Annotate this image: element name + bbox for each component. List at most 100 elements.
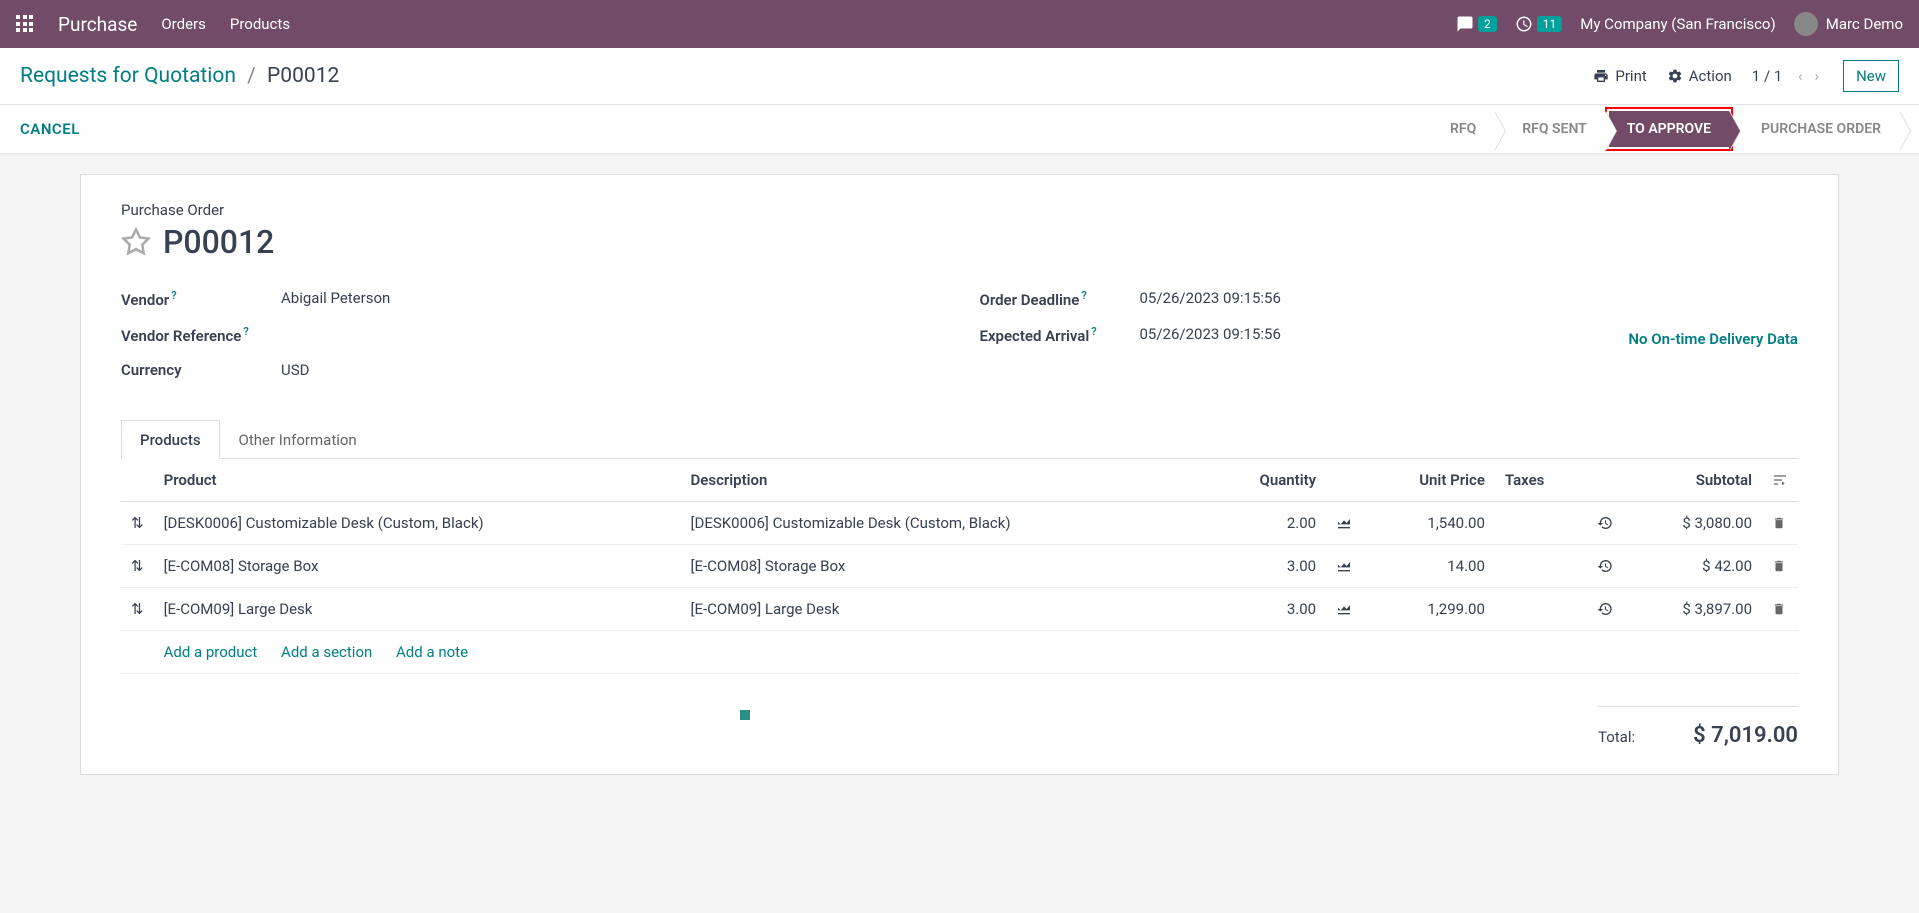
delivery-data-link[interactable]: No On-time Delivery Data	[1628, 330, 1798, 348]
status-steps: RFQ RFQ SENT TO APPROVE PURCHASE ORDER	[1432, 107, 1899, 151]
cell-description[interactable]: [E-COM09] Large Desk	[681, 588, 1208, 631]
breadcrumb-sep: /	[247, 64, 256, 88]
cell-product[interactable]: [E-COM08] Storage Box	[154, 545, 681, 588]
messages-badge: 2	[1478, 16, 1497, 32]
th-product[interactable]: Product	[154, 459, 681, 502]
fields-right: Order Deadline? 05/26/2023 09:15:56 Expe…	[980, 289, 1799, 395]
company-selector[interactable]: My Company (San Francisco)	[1580, 15, 1775, 33]
pager-text: 1 / 1	[1752, 67, 1783, 85]
add-section-link[interactable]: Add a section	[281, 643, 372, 661]
table-row[interactable]: ⇅ [DESK0006] Customizable Desk (Custom, …	[121, 502, 1798, 545]
forecast-icon[interactable]	[1326, 545, 1362, 588]
star-icon[interactable]	[121, 227, 151, 257]
value-currency[interactable]: USD	[281, 361, 309, 379]
products-table: Product Description Quantity Unit Price …	[121, 459, 1798, 674]
apps-icon[interactable]	[16, 15, 34, 33]
drag-handle-icon[interactable]: ⇅	[121, 502, 154, 545]
add-product-link[interactable]: Add a product	[164, 643, 258, 661]
value-vendor[interactable]: Abigail Peterson	[281, 289, 390, 309]
nav-products[interactable]: Products	[230, 15, 290, 33]
print-label: Print	[1615, 67, 1646, 85]
form-card: Purchase Order P00012 Vendor? Abigail Pe…	[80, 174, 1839, 775]
cell-subtotal: $ 42.00	[1623, 545, 1762, 588]
delete-icon[interactable]	[1762, 502, 1798, 545]
history-icon[interactable]	[1587, 588, 1623, 631]
label-vendor-ref: Vendor Reference?	[121, 325, 281, 345]
step-purchase-order[interactable]: PURCHASE ORDER	[1733, 111, 1899, 147]
cell-taxes[interactable]	[1495, 588, 1587, 631]
cell-quantity[interactable]: 3.00	[1207, 588, 1326, 631]
user-menu[interactable]: Marc Demo	[1794, 12, 1903, 36]
cancel-button[interactable]: CANCEL	[20, 120, 80, 138]
value-deadline[interactable]: 05/26/2023 09:15:56	[1140, 289, 1281, 309]
tabs: Products Other Information	[121, 419, 1798, 459]
statusbar: CANCEL RFQ RFQ SENT TO APPROVE PURCHASE …	[0, 105, 1919, 154]
breadcrumb-root[interactable]: Requests for Quotation	[20, 64, 236, 88]
form-type-label: Purchase Order	[121, 201, 1798, 219]
print-button[interactable]: Print	[1593, 67, 1646, 85]
delete-icon[interactable]	[1762, 545, 1798, 588]
cursor-indicator	[740, 710, 750, 720]
th-unit-price[interactable]: Unit Price	[1362, 459, 1495, 502]
cell-quantity[interactable]: 3.00	[1207, 545, 1326, 588]
cell-taxes[interactable]	[1495, 502, 1587, 545]
pager: 1 / 1 ‹ ›	[1752, 63, 1823, 89]
cell-subtotal: $ 3,897.00	[1623, 588, 1762, 631]
messages-button[interactable]: 2	[1456, 15, 1497, 33]
history-icon[interactable]	[1587, 545, 1623, 588]
delete-icon[interactable]	[1762, 588, 1798, 631]
step-to-approve[interactable]: TO APPROVE	[1609, 111, 1729, 147]
th-subtotal[interactable]: Subtotal	[1623, 459, 1762, 502]
th-taxes[interactable]: Taxes	[1495, 459, 1587, 502]
print-icon	[1593, 68, 1609, 84]
activities-button[interactable]: 11	[1515, 15, 1563, 33]
history-icon[interactable]	[1587, 502, 1623, 545]
fields-left: Vendor? Abigail Peterson Vendor Referenc…	[121, 289, 940, 395]
value-arrival[interactable]: 05/26/2023 09:15:56	[1140, 325, 1281, 345]
fields-grid: Vendor? Abigail Peterson Vendor Referenc…	[121, 289, 1798, 395]
step-rfq[interactable]: RFQ	[1432, 111, 1494, 147]
total-label: Total:	[1598, 728, 1635, 746]
new-button[interactable]: New	[1843, 60, 1899, 92]
app-title[interactable]: Purchase	[58, 13, 137, 36]
breadcrumb: Requests for Quotation / P00012	[20, 64, 339, 88]
breadcrumb-current: P00012	[267, 64, 339, 88]
avatar	[1794, 12, 1818, 36]
highlight-box: TO APPROVE	[1605, 107, 1733, 151]
cell-product[interactable]: [E-COM09] Large Desk	[154, 588, 681, 631]
step-rfq-sent[interactable]: RFQ SENT	[1494, 111, 1604, 147]
drag-handle-icon[interactable]: ⇅	[121, 588, 154, 631]
table-row[interactable]: ⇅ [E-COM08] Storage Box [E-COM08] Storag…	[121, 545, 1798, 588]
cell-unit-price[interactable]: 1,299.00	[1362, 588, 1495, 631]
cell-quantity[interactable]: 2.00	[1207, 502, 1326, 545]
tab-other-info[interactable]: Other Information	[220, 420, 376, 459]
cell-taxes[interactable]	[1495, 545, 1587, 588]
title-row: P00012	[121, 223, 1798, 261]
cell-unit-price[interactable]: 1,540.00	[1362, 502, 1495, 545]
activities-badge: 11	[1537, 16, 1563, 32]
control-actions: Print Action 1 / 1 ‹ › New	[1593, 60, 1899, 92]
table-row[interactable]: ⇅ [E-COM09] Large Desk [E-COM09] Large D…	[121, 588, 1798, 631]
username: Marc Demo	[1826, 15, 1903, 33]
add-note-link[interactable]: Add a note	[396, 643, 468, 661]
forecast-icon[interactable]	[1326, 502, 1362, 545]
th-description[interactable]: Description	[681, 459, 1208, 502]
topbar-left: Purchase Orders Products	[16, 13, 290, 36]
th-options[interactable]	[1762, 459, 1798, 502]
messages-icon	[1456, 15, 1474, 33]
th-quantity[interactable]: Quantity	[1207, 459, 1326, 502]
nav-orders[interactable]: Orders	[161, 15, 206, 33]
forecast-icon[interactable]	[1326, 588, 1362, 631]
tab-products[interactable]: Products	[121, 420, 220, 459]
label-deadline: Order Deadline?	[980, 289, 1140, 309]
drag-handle-icon[interactable]: ⇅	[121, 545, 154, 588]
cell-unit-price[interactable]: 14.00	[1362, 545, 1495, 588]
action-button[interactable]: Action	[1667, 67, 1732, 85]
cell-product[interactable]: [DESK0006] Customizable Desk (Custom, Bl…	[154, 502, 681, 545]
controlbar: Requests for Quotation / P00012 Print Ac…	[0, 48, 1919, 105]
label-vendor: Vendor?	[121, 289, 281, 309]
pager-next[interactable]: ›	[1811, 63, 1824, 89]
pager-prev[interactable]: ‹	[1794, 63, 1807, 89]
cell-description[interactable]: [DESK0006] Customizable Desk (Custom, Bl…	[681, 502, 1208, 545]
cell-description[interactable]: [E-COM08] Storage Box	[681, 545, 1208, 588]
